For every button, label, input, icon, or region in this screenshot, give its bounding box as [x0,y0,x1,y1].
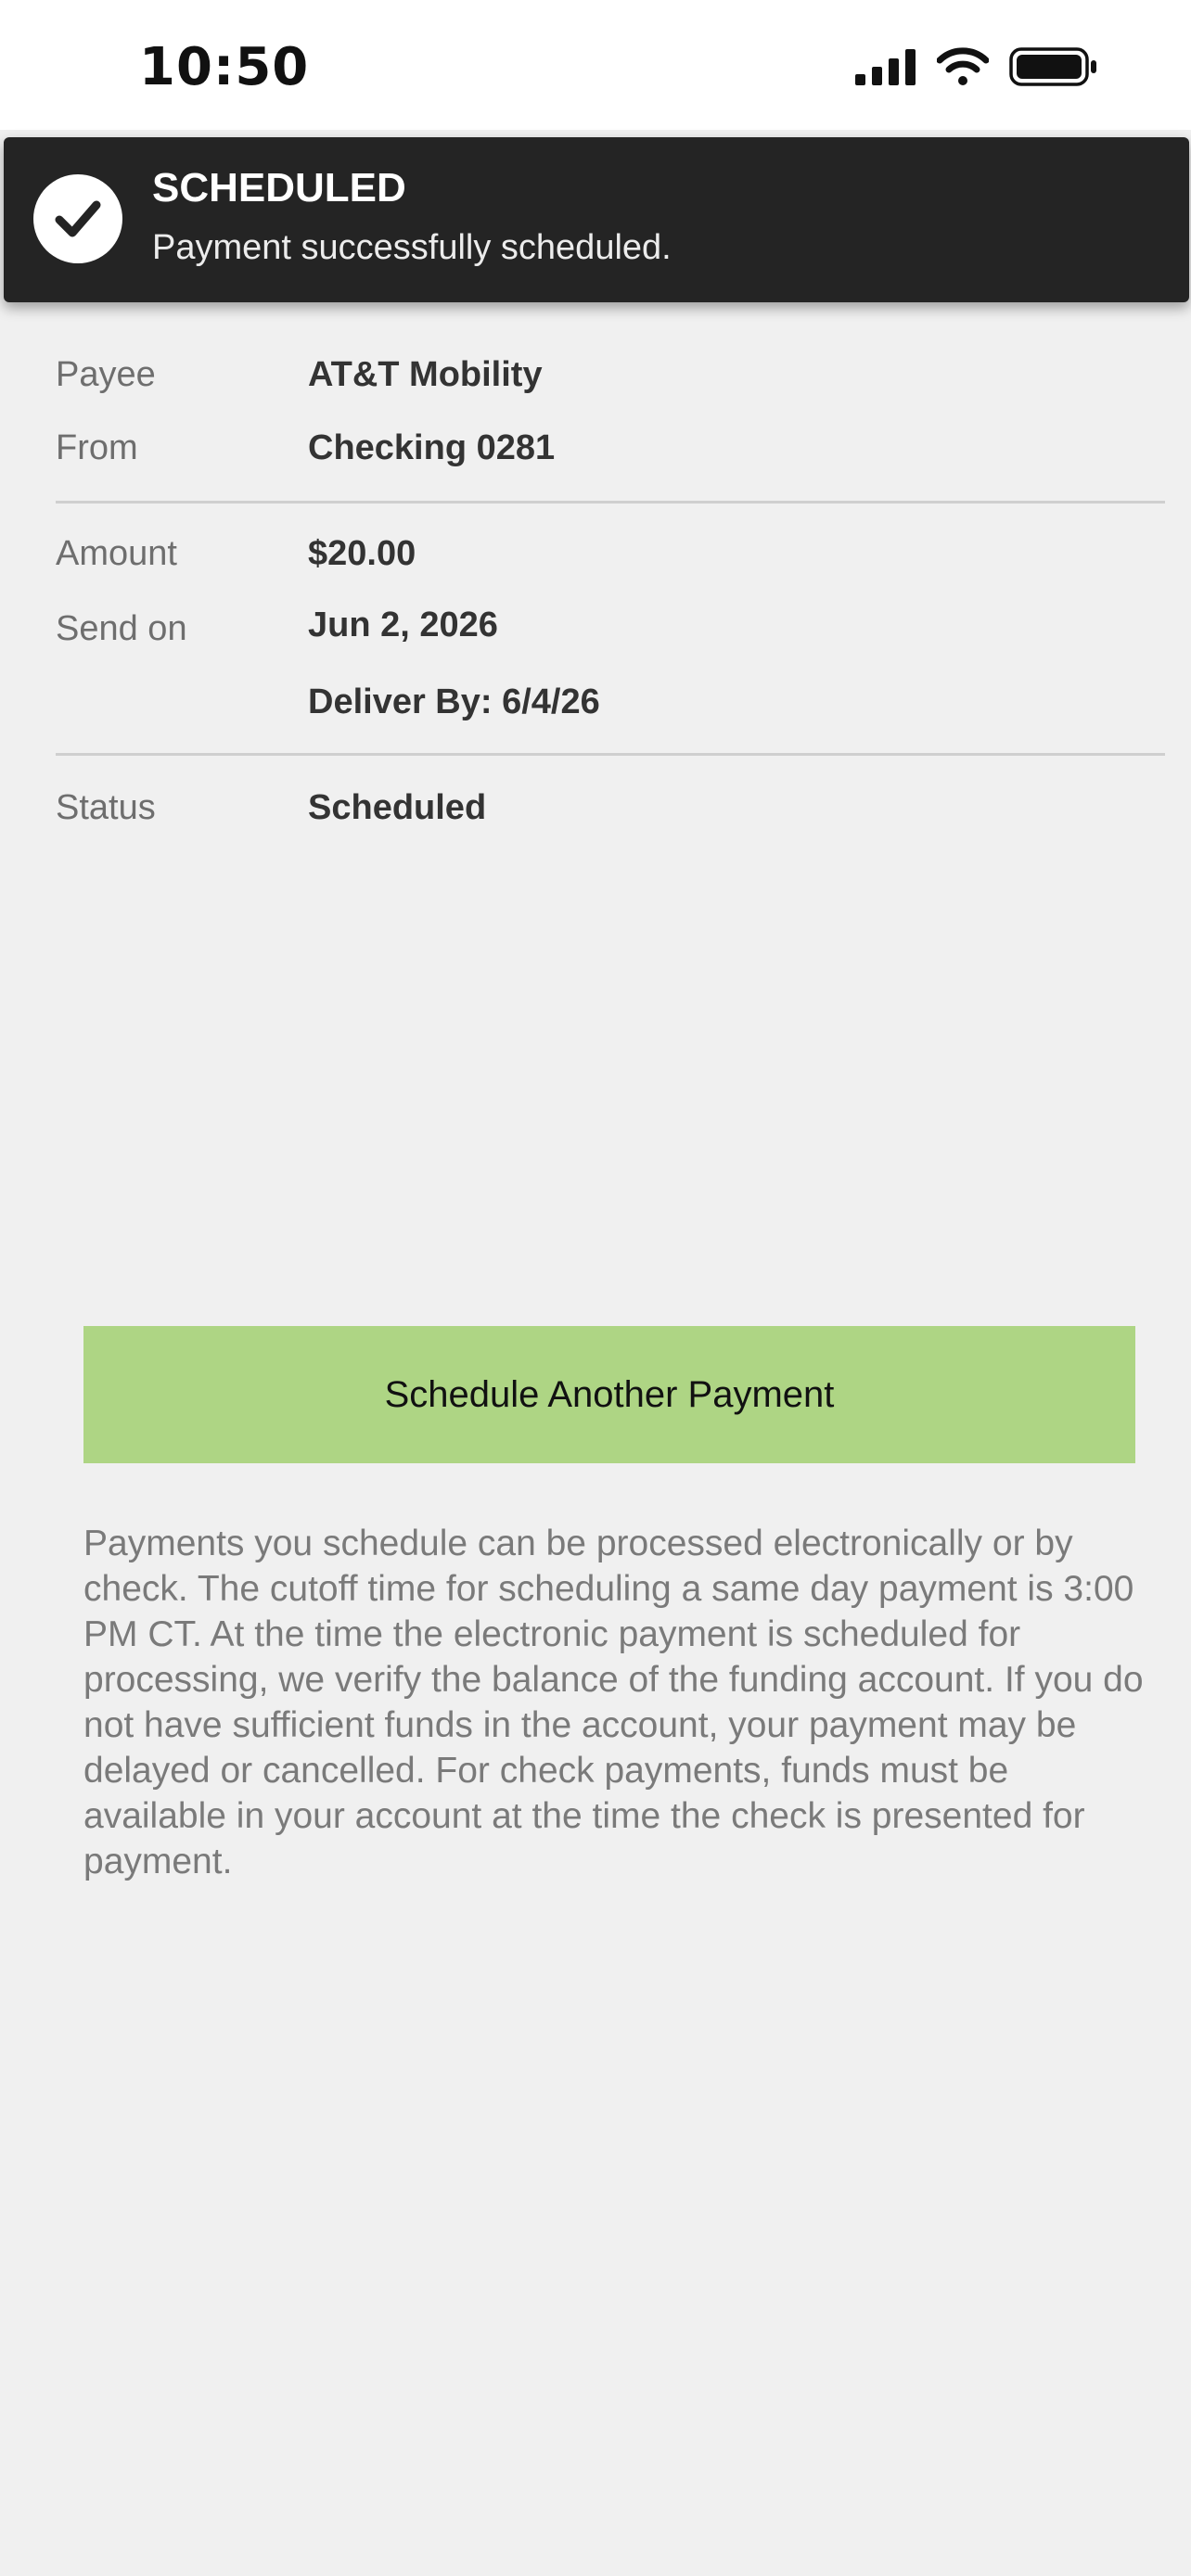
amount-label: Amount [56,534,177,573]
battery-icon [1009,47,1096,86]
toast-message: Payment successfully scheduled. [152,228,672,267]
disclaimer-text: Payments you schedule can be processed e… [83,1524,1144,1881]
status-label: Status [56,788,156,827]
payee-value: AT&T Mobility [308,355,543,394]
check-circle-icon [33,174,122,263]
cellular-signal-icon [855,49,916,85]
status-icons [855,46,1098,87]
send-on-label: Send on [56,609,187,648]
divider [56,753,1165,756]
status-bar: 10:50 [0,0,1191,130]
send-on-value: Jun 2, 2026 [308,606,498,644]
deliver-by-value: 6/4/26 [502,682,600,721]
status-time: 10:50 [139,37,310,97]
status-value: Scheduled [308,788,487,827]
deliver-by-label: Deliver By: [308,682,493,721]
from-label: From [56,428,138,467]
from-value: Checking 0281 [308,428,556,467]
payee-label: Payee [56,355,156,394]
schedule-another-payment-button[interactable]: Schedule Another Payment [83,1326,1135,1463]
amount-value: $20.00 [308,534,416,573]
toast-title: SCHEDULED [152,165,406,210]
wifi-icon [937,47,989,85]
success-toast: SCHEDULED Payment successfully scheduled… [4,137,1189,302]
deliver-by: Deliver By: 6/4/26 [308,682,600,722]
divider [56,501,1165,504]
